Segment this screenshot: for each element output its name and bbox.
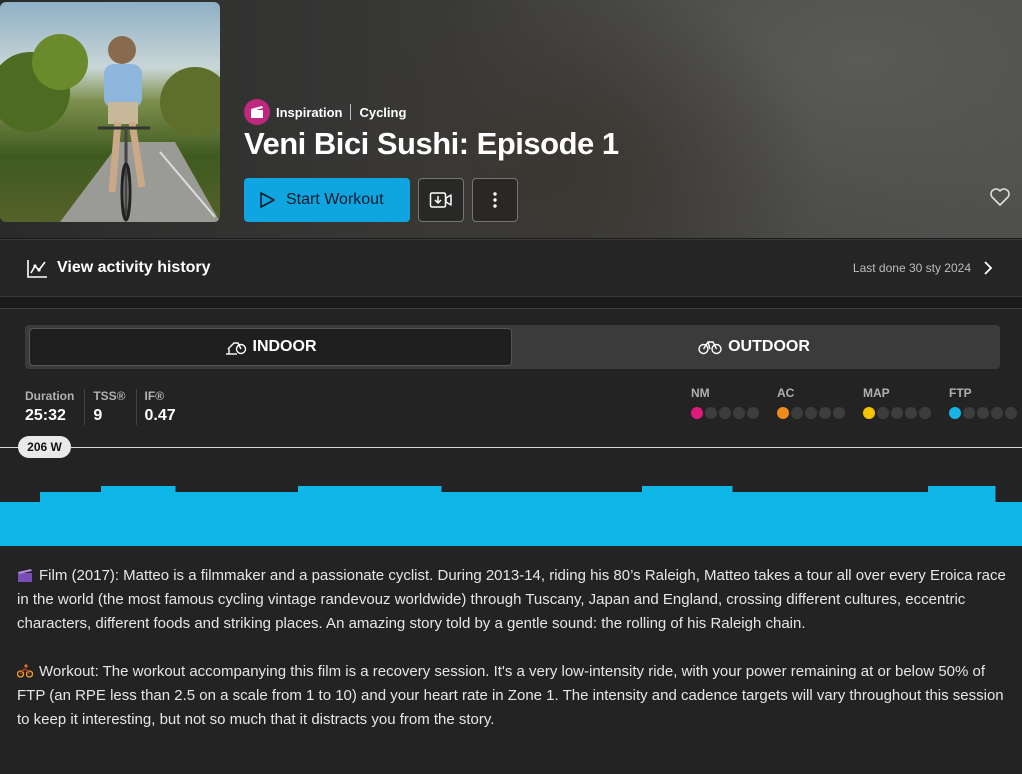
- zone-dot: [863, 407, 875, 419]
- profile-segment: [441, 492, 643, 546]
- tab-indoor[interactable]: INDOOR: [29, 328, 512, 366]
- cyclist-icon: [17, 664, 33, 678]
- profile-segment: [642, 486, 733, 546]
- zone-dots: [949, 407, 1017, 419]
- zone-label: NM: [691, 386, 710, 400]
- last-done-text: Last done 30 sty 2024: [852, 261, 971, 275]
- zone-dot: [791, 407, 803, 419]
- zone-dot: [977, 407, 989, 419]
- zone-dot: [833, 407, 845, 419]
- stat-label: IF®: [144, 389, 165, 403]
- tab-outdoor-label: OUTDOOR: [728, 338, 810, 355]
- zone-ac: AC: [777, 386, 845, 419]
- workout-description: Film (2017): Matteo is a filmmaker and a…: [17, 564, 1012, 756]
- profile-segment: [732, 492, 929, 546]
- favorite-button[interactable]: [989, 187, 1011, 212]
- profile-segment: [0, 502, 41, 546]
- workout-title: Veni Bici Sushi: Episode 1: [244, 126, 619, 161]
- four-dp-ratings: NM AC MAP FTP: [691, 386, 1017, 419]
- tag-inspiration[interactable]: Inspiration: [276, 105, 342, 120]
- zone-dots: [863, 407, 931, 419]
- profile-segment: [101, 486, 176, 546]
- more-options-button[interactable]: [472, 178, 518, 222]
- zone-dot: [819, 407, 831, 419]
- video-download-button[interactable]: [418, 178, 464, 222]
- zone-label: FTP: [949, 386, 972, 400]
- film-clapper-icon: [18, 569, 32, 582]
- chevron-right-icon: [984, 261, 993, 275]
- zone-label: AC: [777, 386, 795, 400]
- workout-thumbnail: [0, 2, 220, 222]
- start-workout-button[interactable]: Start Workout: [244, 178, 410, 222]
- mode-toggle: INDOOR OUTDOOR: [25, 325, 1000, 369]
- description-film: Film (2017): Matteo is a filmmaker and a…: [17, 564, 1012, 636]
- video-download-icon: [429, 192, 452, 208]
- zone-dot: [733, 407, 745, 419]
- zone-dot: [991, 407, 1003, 419]
- play-icon: [260, 192, 275, 208]
- zone-dot: [905, 407, 917, 419]
- zone-dot: [949, 407, 961, 419]
- stat-if: IF® 0.47: [145, 389, 186, 425]
- ftp-line: [0, 447, 1022, 448]
- workout-stats: Duration 25:32 TSS® 9 IF® 0.47: [25, 389, 194, 425]
- description-workout-text: Workout: The workout accompanying this f…: [17, 663, 1004, 728]
- stat-duration: Duration 25:32: [25, 389, 86, 425]
- zone-dot: [877, 407, 889, 419]
- zone-dot: [805, 407, 817, 419]
- stat-label: Duration: [25, 389, 75, 403]
- activity-history-row[interactable]: View activity history Last done 30 sty 2…: [0, 239, 1022, 297]
- zone-dots: [777, 407, 845, 419]
- description-workout: Workout: The workout accompanying this f…: [17, 660, 1012, 732]
- profile-segment: [995, 502, 1022, 546]
- start-workout-label: Start Workout: [286, 191, 384, 208]
- clapper-icon: [244, 99, 270, 125]
- stat-value: 25:32: [25, 407, 66, 424]
- workout-details-panel: INDOOR OUTDOOR Duration 25:32 TSS® 9 IF®…: [0, 308, 1022, 774]
- zone-ftp: FTP: [949, 386, 1017, 419]
- stat-value: 0.47: [144, 407, 176, 424]
- tab-indoor-label: INDOOR: [252, 338, 317, 355]
- profile-segment: [928, 486, 996, 546]
- zone-dot: [891, 407, 903, 419]
- zone-dot: [747, 407, 759, 419]
- profile-segment: [175, 492, 299, 546]
- stat-label: TSS®: [93, 389, 126, 403]
- zone-dot: [705, 407, 717, 419]
- zone-dot: [919, 407, 931, 419]
- workout-header: Inspiration Cycling Veni Bici Sushi: Epi…: [0, 0, 1022, 238]
- tag-divider: [350, 104, 352, 120]
- zone-dot: [719, 407, 731, 419]
- tab-outdoor[interactable]: OUTDOOR: [512, 328, 996, 366]
- zone-dots: [691, 407, 759, 419]
- profile-segment: [298, 486, 442, 546]
- heart-icon: [990, 188, 1010, 206]
- workout-profile-graph: [0, 486, 1022, 546]
- tag-cycling[interactable]: Cycling: [359, 105, 406, 120]
- zone-map: MAP: [863, 386, 931, 419]
- zone-label: MAP: [863, 386, 890, 400]
- activity-history-label: View activity history: [57, 259, 211, 276]
- zone-dot: [1005, 407, 1017, 419]
- zone-dot: [963, 407, 975, 419]
- category-tags: Inspiration Cycling: [244, 99, 406, 125]
- profile-segment: [40, 492, 102, 546]
- description-film-text: Film (2017): Matteo is a filmmaker and a…: [17, 567, 1006, 632]
- activity-chart-icon: [27, 260, 47, 278]
- more-vertical-icon: [493, 192, 497, 208]
- bike-icon: [698, 341, 722, 355]
- zone-dot: [777, 407, 789, 419]
- stat-tss: TSS® 9: [93, 389, 137, 425]
- zone-dot: [691, 407, 703, 419]
- indoor-bike-icon: [225, 342, 246, 355]
- stat-value: 9: [93, 407, 103, 424]
- zone-nm: NM: [691, 386, 759, 419]
